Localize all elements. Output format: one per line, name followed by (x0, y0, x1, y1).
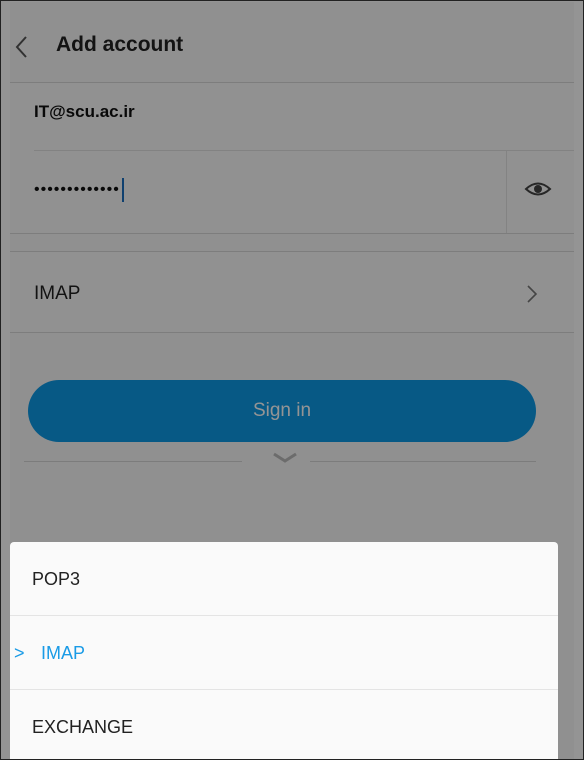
option-pop3[interactable]: POP3 (10, 542, 558, 615)
option-imap[interactable]: > IMAP (10, 616, 558, 689)
option-label: EXCHANGE (32, 717, 134, 737)
option-exchange[interactable]: EXCHANGE (10, 690, 558, 759)
option-label: IMAP (41, 643, 86, 663)
option-label: POP3 (32, 569, 81, 589)
screen-frame: Add account IT@scu.ac.ir ••••••••••••• I… (0, 0, 584, 760)
selected-chevron-icon: > (14, 643, 25, 663)
protocol-options-sheet: POP3 > IMAP EXCHANGE (10, 542, 558, 759)
